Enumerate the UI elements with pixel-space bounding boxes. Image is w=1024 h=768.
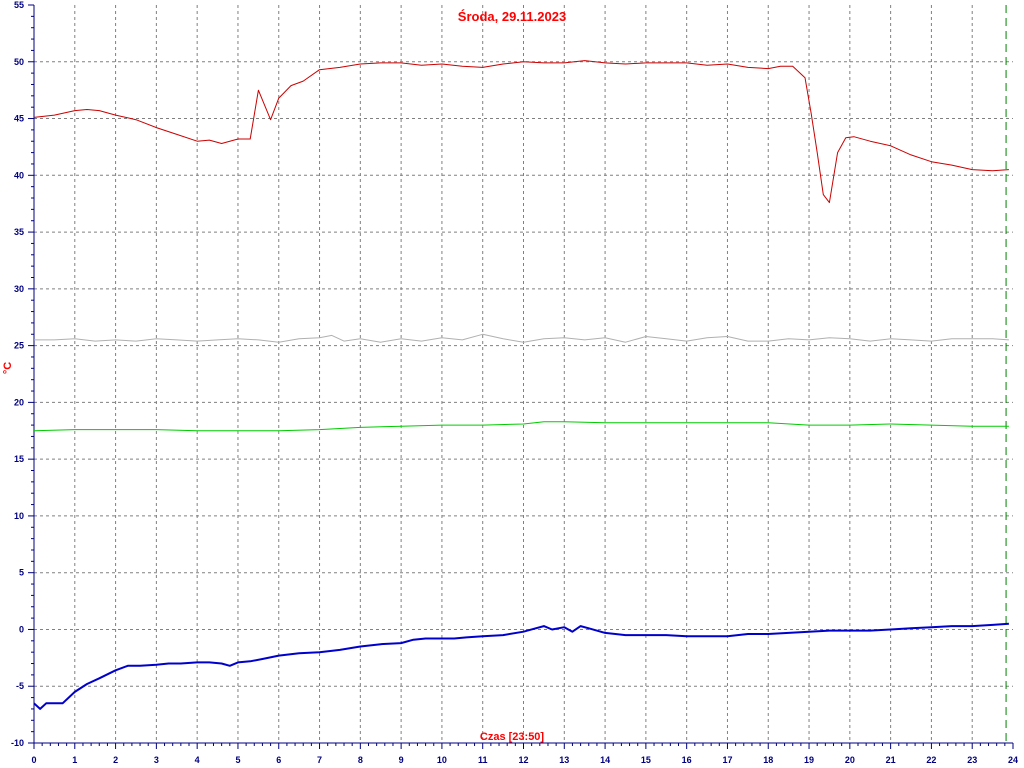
y-tick-label: 15 [14, 454, 24, 464]
x-tick-label: 15 [641, 755, 651, 765]
y-tick-label: 50 [14, 57, 24, 67]
series-line-3 [33, 421, 1009, 432]
x-tick-label: 3 [154, 755, 159, 765]
x-tick-label: 5 [235, 755, 240, 765]
y-tick-label: 45 [14, 114, 24, 124]
x-tick-label: 10 [437, 755, 447, 765]
x-tick-label: 17 [722, 755, 732, 765]
x-tick-label: 2 [113, 755, 118, 765]
series-line-1 [33, 60, 1009, 204]
x-tick-label: 7 [317, 755, 322, 765]
y-tick-label: 30 [14, 284, 24, 294]
y-tick-label: 25 [14, 341, 24, 351]
y-tick-label: 5 [19, 568, 24, 578]
x-tick-label: 11 [478, 755, 488, 765]
x-tick-label: 22 [926, 755, 936, 765]
series-line-2 [34, 333, 1009, 343]
x-tick-label: 1 [72, 755, 77, 765]
x-tick-label: 23 [967, 755, 977, 765]
y-tick-label: 40 [14, 170, 24, 180]
x-tick-label: 6 [276, 755, 281, 765]
x-tick-label: 12 [518, 755, 528, 765]
x-tick-label: 4 [195, 755, 200, 765]
x-tick-label: 16 [682, 755, 692, 765]
series-group [33, 60, 1009, 710]
x-tick-label: 9 [399, 755, 404, 765]
x-axis-label: Czas [23:50] [479, 731, 545, 743]
y-tick-label: -5 [16, 681, 24, 691]
y-tick-label: 35 [14, 227, 24, 237]
x-tick-label: 14 [600, 755, 610, 765]
chart-title: Środa, 29.11.2023 [457, 9, 567, 24]
x-tick-label: 21 [886, 755, 896, 765]
y-tick-label: 20 [14, 397, 24, 407]
y-tick-label: 0 [19, 624, 24, 634]
x-tick-label: 13 [559, 755, 569, 765]
x-tick-label: 18 [763, 755, 773, 765]
x-tick-label: 24 [1008, 755, 1018, 765]
x-tick-label: 8 [358, 755, 363, 765]
x-tick-label: 0 [31, 755, 36, 765]
y-axis-label: °C [2, 361, 15, 375]
series-line-4 [33, 622, 1009, 710]
y-tick-label: 10 [14, 511, 24, 521]
axes: -10-505101520253035404550550 1 2 3 4 5 6 7 8 9 10 1… [11, 0, 1018, 765]
x-tick-label: 19 [804, 755, 814, 765]
temperature-chart: -10-505101520253035404550550 1 2 3 4 5 6 7 8 9 10 1… [11, 0, 1018, 765]
x-tick-label: 20 [845, 755, 855, 765]
